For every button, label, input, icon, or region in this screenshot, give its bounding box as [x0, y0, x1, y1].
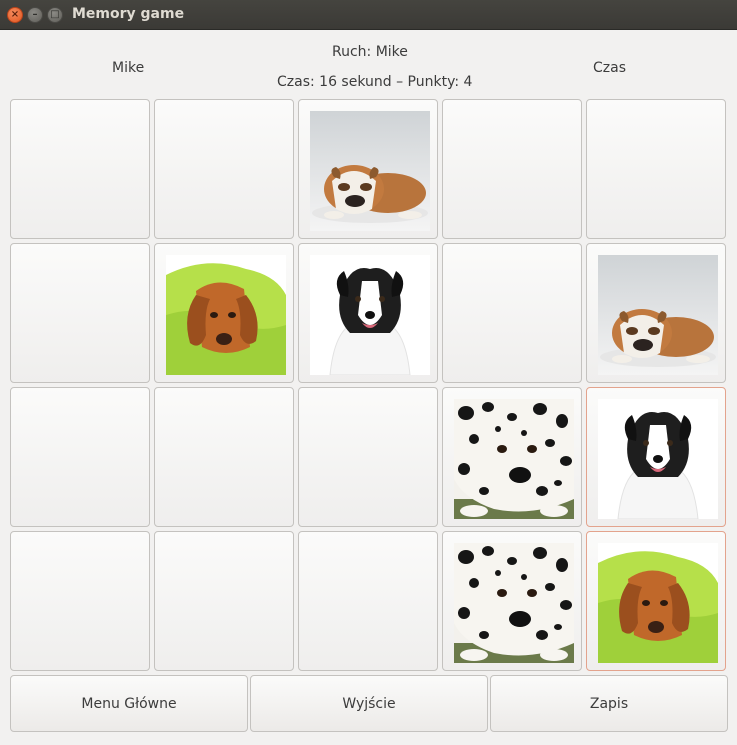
- border-collie-image: [598, 399, 718, 519]
- card-hidden[interactable]: [298, 387, 438, 527]
- minimize-icon[interactable]: –: [27, 7, 43, 23]
- card-revealed[interactable]: [586, 531, 726, 671]
- dachshund-image: [598, 543, 718, 663]
- card-revealed[interactable]: [442, 531, 582, 671]
- window-title: Memory game: [72, 6, 185, 22]
- border-collie-image: [310, 255, 430, 375]
- main-menu-button[interactable]: Menu Główne: [10, 675, 248, 732]
- dachshund-image: [166, 255, 286, 375]
- dalmatian-image: [454, 399, 574, 519]
- card-hidden[interactable]: [154, 99, 294, 239]
- card-hidden[interactable]: [154, 387, 294, 527]
- card-revealed[interactable]: [586, 387, 726, 527]
- title-bar: × – □ Memory game: [0, 0, 737, 30]
- dalmatian-image: [454, 543, 574, 663]
- card-revealed[interactable]: [586, 243, 726, 383]
- bulldog-image: [598, 255, 718, 375]
- card-revealed[interactable]: [442, 387, 582, 527]
- save-button[interactable]: Zapis: [490, 675, 728, 732]
- time-label: Czas: [593, 60, 626, 76]
- card-revealed[interactable]: [154, 243, 294, 383]
- card-revealed[interactable]: [298, 99, 438, 239]
- card-hidden[interactable]: [10, 531, 150, 671]
- card-revealed[interactable]: [298, 243, 438, 383]
- card-hidden[interactable]: [298, 531, 438, 671]
- bulldog-image: [310, 111, 430, 231]
- exit-button[interactable]: Wyjście: [250, 675, 488, 732]
- card-hidden[interactable]: [154, 531, 294, 671]
- card-hidden[interactable]: [442, 99, 582, 239]
- maximize-icon[interactable]: □: [47, 7, 63, 23]
- player-name-label: Mike: [112, 60, 145, 76]
- card-hidden[interactable]: [10, 243, 150, 383]
- close-icon[interactable]: ×: [7, 7, 23, 23]
- turn-label: Ruch: Mike: [332, 44, 408, 60]
- card-hidden[interactable]: [442, 243, 582, 383]
- time-score-label: Czas: 16 sekund – Punkty: 4: [277, 74, 473, 90]
- card-hidden[interactable]: [10, 99, 150, 239]
- card-hidden[interactable]: [10, 387, 150, 527]
- card-hidden[interactable]: [586, 99, 726, 239]
